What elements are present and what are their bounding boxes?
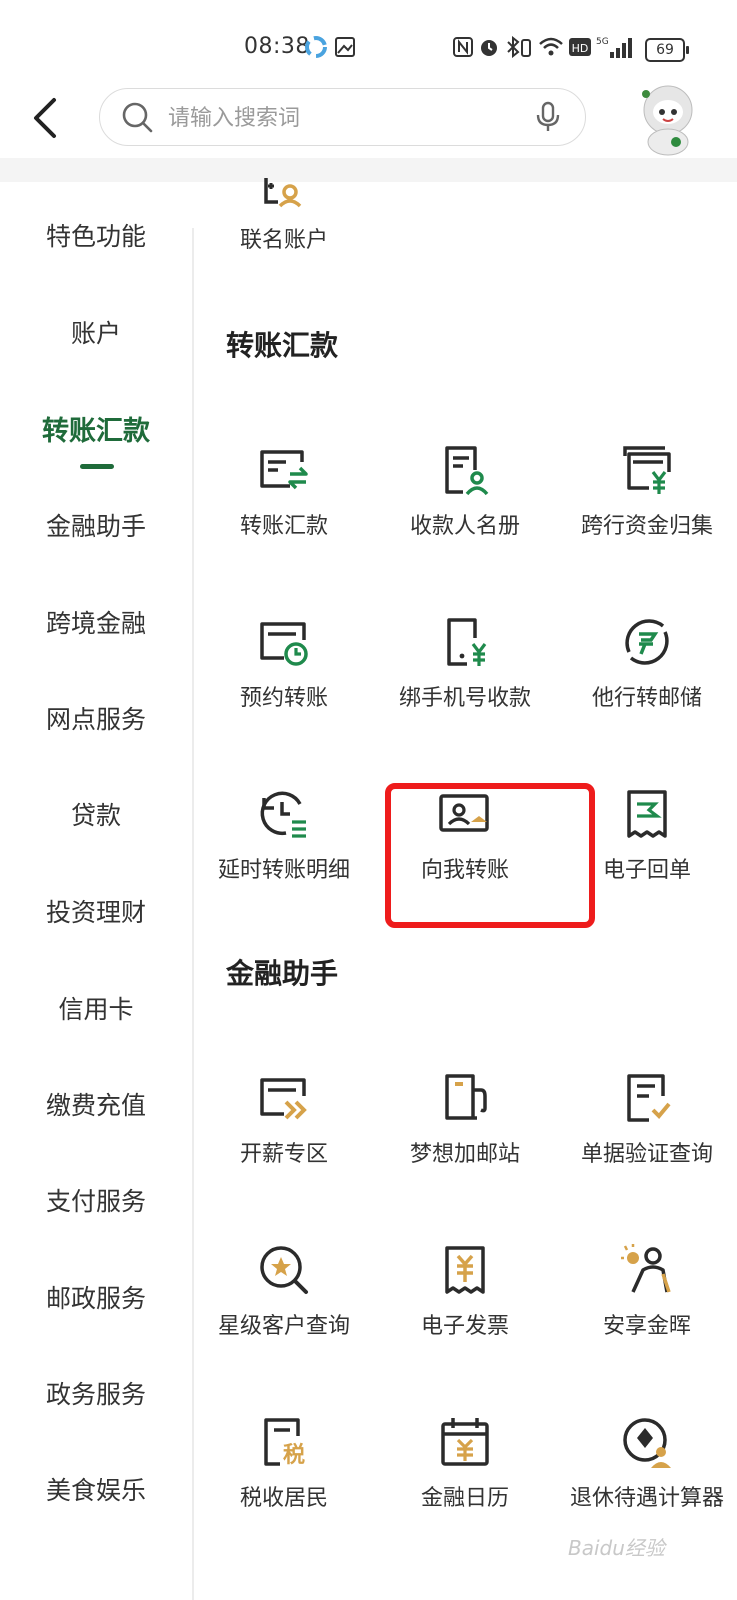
section-title-transfer: 转账汇款 [226,329,339,362]
sidebar-item-finance-assistant[interactable]: 金融助手 [0,507,192,543]
sidebar-item-payment-service[interactable]: 支付服务 [0,1182,192,1218]
salary-zone-icon [260,1078,307,1120]
tile-label: 电子发票 [420,1314,509,1339]
tile-other-bank-transfer[interactable]: 他行转邮储 [557,614,737,712]
pension-calculator-icon [623,1418,671,1468]
tile-pension-calculator[interactable]: 退休待遇计算器 [557,1414,737,1512]
tile-fund-collection[interactable]: 跨行资金归集 [557,442,737,540]
sidebar-item-government[interactable]: 政务服务 [0,1375,192,1411]
bluetooth-icon [507,36,531,58]
search-bar[interactable] [99,88,586,146]
hd-icon: HD [569,38,591,56]
svg-text:5G: 5G [596,37,609,47]
mascot-avatar[interactable] [628,80,708,156]
tile-senior-service[interactable]: 安享金晖 [557,1242,737,1340]
e-receipt-icon [627,790,667,838]
sidebar-item-branch[interactable]: 网点服务 [0,700,192,736]
sidebar-divider [192,228,194,1600]
dream-station-icon [445,1074,487,1120]
sidebar-item-features[interactable]: 特色功能 [0,217,192,253]
sidebar-item-account[interactable]: 账户 [0,314,192,350]
image-notification-icon [335,37,355,57]
svg-text:HD: HD [572,42,589,55]
tile-scheduled-transfer[interactable]: 预约转账 [194,614,374,712]
status-time: 08:38 [244,34,310,59]
tile-label: 绑手机号收款 [398,686,531,711]
document-verify-icon [627,1074,671,1122]
search-icon [122,102,153,133]
tile-finance-calendar[interactable]: 金融日历 [375,1414,555,1512]
sidebar-item-investment[interactable]: 投资理财 [0,893,192,929]
tile-label: 收款人名册 [409,514,520,539]
tile-star-customer[interactable]: 星级客户查询 [194,1242,374,1340]
sidebar-item-payment-topup[interactable]: 缴费充值 [0,1086,192,1122]
delayed-transfer-icon [260,791,306,838]
transfer-icon [260,450,308,490]
highlight-box [385,783,595,928]
battery-indicator: 69 [645,38,689,62]
tile-label: 星级客户查询 [217,1314,350,1339]
senior-service-icon [621,1244,671,1293]
finance-calendar-icon [441,1418,489,1466]
tile-label: 退休待遇计算器 [569,1486,724,1511]
signal-icon: 5G [596,37,632,58]
tile-document-verify[interactable]: 单据验证查询 [557,1070,737,1168]
back-arrow-icon[interactable] [28,96,68,140]
joint-account-icon [264,178,302,208]
alarm-icon [481,40,497,56]
sidebar-item-cross-border[interactable]: 跨境金融 [0,604,192,640]
tile-transfer[interactable]: 转账汇款 [194,442,374,540]
sidebar-item-food-entertainment[interactable]: 美食娱乐 [0,1471,192,1507]
tile-tax-resident[interactable]: 税 税收居民 [194,1414,374,1512]
phone-receive-icon [447,618,487,666]
sidebar-active-indicator [80,464,114,469]
tax-resident-icon: 税 [264,1418,305,1468]
svg-text:税: 税 [283,1442,305,1468]
tile-joint-account[interactable]: 联名账户 [194,176,374,254]
tile-phone-receive[interactable]: 绑手机号收款 [375,614,555,712]
status-bar: 08:38 HD 5G 69 [0,0,737,84]
star-customer-icon [260,1246,308,1294]
tile-payee-list[interactable]: 收款人名册 [375,442,555,540]
e-invoice-icon [445,1246,485,1294]
tile-dream-station[interactable]: 梦想加邮站 [375,1070,555,1168]
section-title-finance-assistant: 金融助手 [226,957,339,990]
fund-collection-icon [623,446,671,494]
sidebar-item-transfer[interactable]: 转账汇款 [0,409,192,448]
tile-delayed-transfer[interactable]: 延时转账明细 [194,786,374,884]
tile-label: 梦想加邮站 [409,1142,520,1167]
wifi-icon [539,37,563,56]
scheduled-transfer-icon [260,622,308,666]
tile-label: 他行转邮储 [591,686,702,711]
tile-label: 预约转账 [239,686,328,711]
tile-label: 金融日历 [420,1486,509,1511]
tile-label: 税收居民 [239,1486,328,1511]
tile-e-invoice[interactable]: 电子发票 [375,1242,555,1340]
sidebar-item-loan[interactable]: 贷款 [0,796,192,832]
tile-label: 安享金晖 [602,1314,691,1339]
sidebar-item-credit-card[interactable]: 信用卡 [0,990,192,1026]
sidebar-item-postal[interactable]: 邮政服务 [0,1279,192,1315]
tile-salary-zone[interactable]: 开薪专区 [194,1070,374,1168]
app-notification-icon [305,36,327,58]
tile-label: 延时转账明细 [217,858,350,883]
watermark-logo: Baidu经验 [568,1536,665,1560]
tile-label: 跨行资金归集 [580,514,713,539]
search-input[interactable] [166,99,500,137]
tile-label: 联名账户 [239,228,328,253]
payee-list-icon [445,446,489,496]
nfc-icon [453,37,473,57]
tile-label: 开薪专区 [239,1142,328,1167]
tile-label: 转账汇款 [239,514,328,539]
tile-label: 单据验证查询 [580,1142,713,1167]
microphone-icon[interactable] [535,101,561,133]
other-bank-transfer-icon [625,619,669,665]
